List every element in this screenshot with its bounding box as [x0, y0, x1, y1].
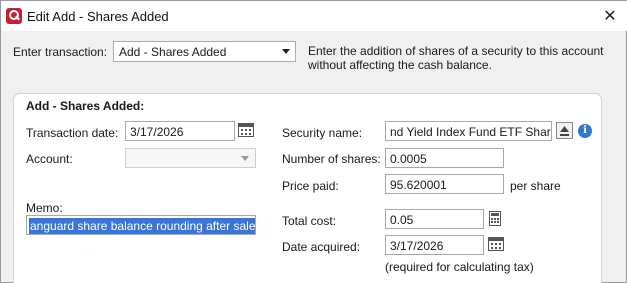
total-cost-value: 0.05 [390, 213, 414, 227]
security-name-value: nd Yield Index Fund ETF Shares [390, 125, 552, 139]
security-name-field[interactable]: nd Yield Index Fund ETF Shares [385, 121, 552, 141]
calendar-icon[interactable] [238, 123, 254, 137]
calendar-icon[interactable] [488, 237, 504, 251]
memo-label: Memo: [26, 201, 63, 215]
close-button[interactable]: ✕ [597, 4, 623, 28]
price-paid-label: Price paid: [282, 179, 339, 193]
total-cost-field[interactable]: 0.05 [385, 209, 484, 229]
number-of-shares-field[interactable]: 0.0005 [385, 148, 504, 168]
chevron-down-icon [241, 156, 249, 161]
transaction-date-field[interactable]: 3/17/2026 [125, 121, 235, 141]
memo-value: anguard share balance rounding after sal… [29, 218, 256, 234]
price-paid-field[interactable]: 95.620001 [385, 174, 504, 194]
account-label: Account: [26, 152, 73, 166]
calculator-icon[interactable] [489, 211, 501, 226]
transaction-date-value: 3/17/2026 [130, 125, 184, 139]
transaction-type-select[interactable]: Add - Shares Added [113, 41, 296, 62]
security-name-label: Security name: [282, 126, 363, 140]
date-acquired-value: 3/17/2026 [390, 239, 444, 253]
total-cost-label: Total cost: [282, 214, 337, 228]
memo-field[interactable]: anguard share balance rounding after sal… [26, 215, 256, 235]
security-list-icon[interactable] [556, 122, 573, 139]
panel-title: Add - Shares Added: [26, 99, 145, 113]
transaction-date-label: Transaction date: [26, 126, 119, 140]
chevron-down-icon [282, 49, 290, 54]
edit-transaction-dialog: Edit Add - Shares Added ✕ Enter transact… [0, 0, 627, 283]
date-acquired-field[interactable]: 3/17/2026 [385, 235, 484, 255]
transaction-type-value: Add - Shares Added [119, 45, 227, 59]
number-of-shares-label: Number of shares: [282, 152, 381, 166]
transaction-description: Enter the addition of shares of a securi… [308, 44, 604, 72]
date-acquired-label: Date acquired: [282, 240, 361, 254]
number-of-shares-value: 0.0005 [390, 152, 427, 166]
close-icon: ✕ [603, 8, 617, 25]
quicken-logo-icon [6, 8, 22, 24]
tax-note: (required for calculating tax) [385, 260, 534, 274]
price-paid-value: 95.620001 [390, 178, 447, 192]
title-bar: Edit Add - Shares Added ✕ [1, 1, 627, 31]
account-select[interactable] [125, 148, 256, 168]
per-share-label: per share [510, 179, 561, 193]
enter-transaction-label: Enter transaction: [13, 45, 108, 59]
window-title: Edit Add - Shares Added [27, 9, 169, 24]
info-icon[interactable]: i [578, 124, 592, 138]
